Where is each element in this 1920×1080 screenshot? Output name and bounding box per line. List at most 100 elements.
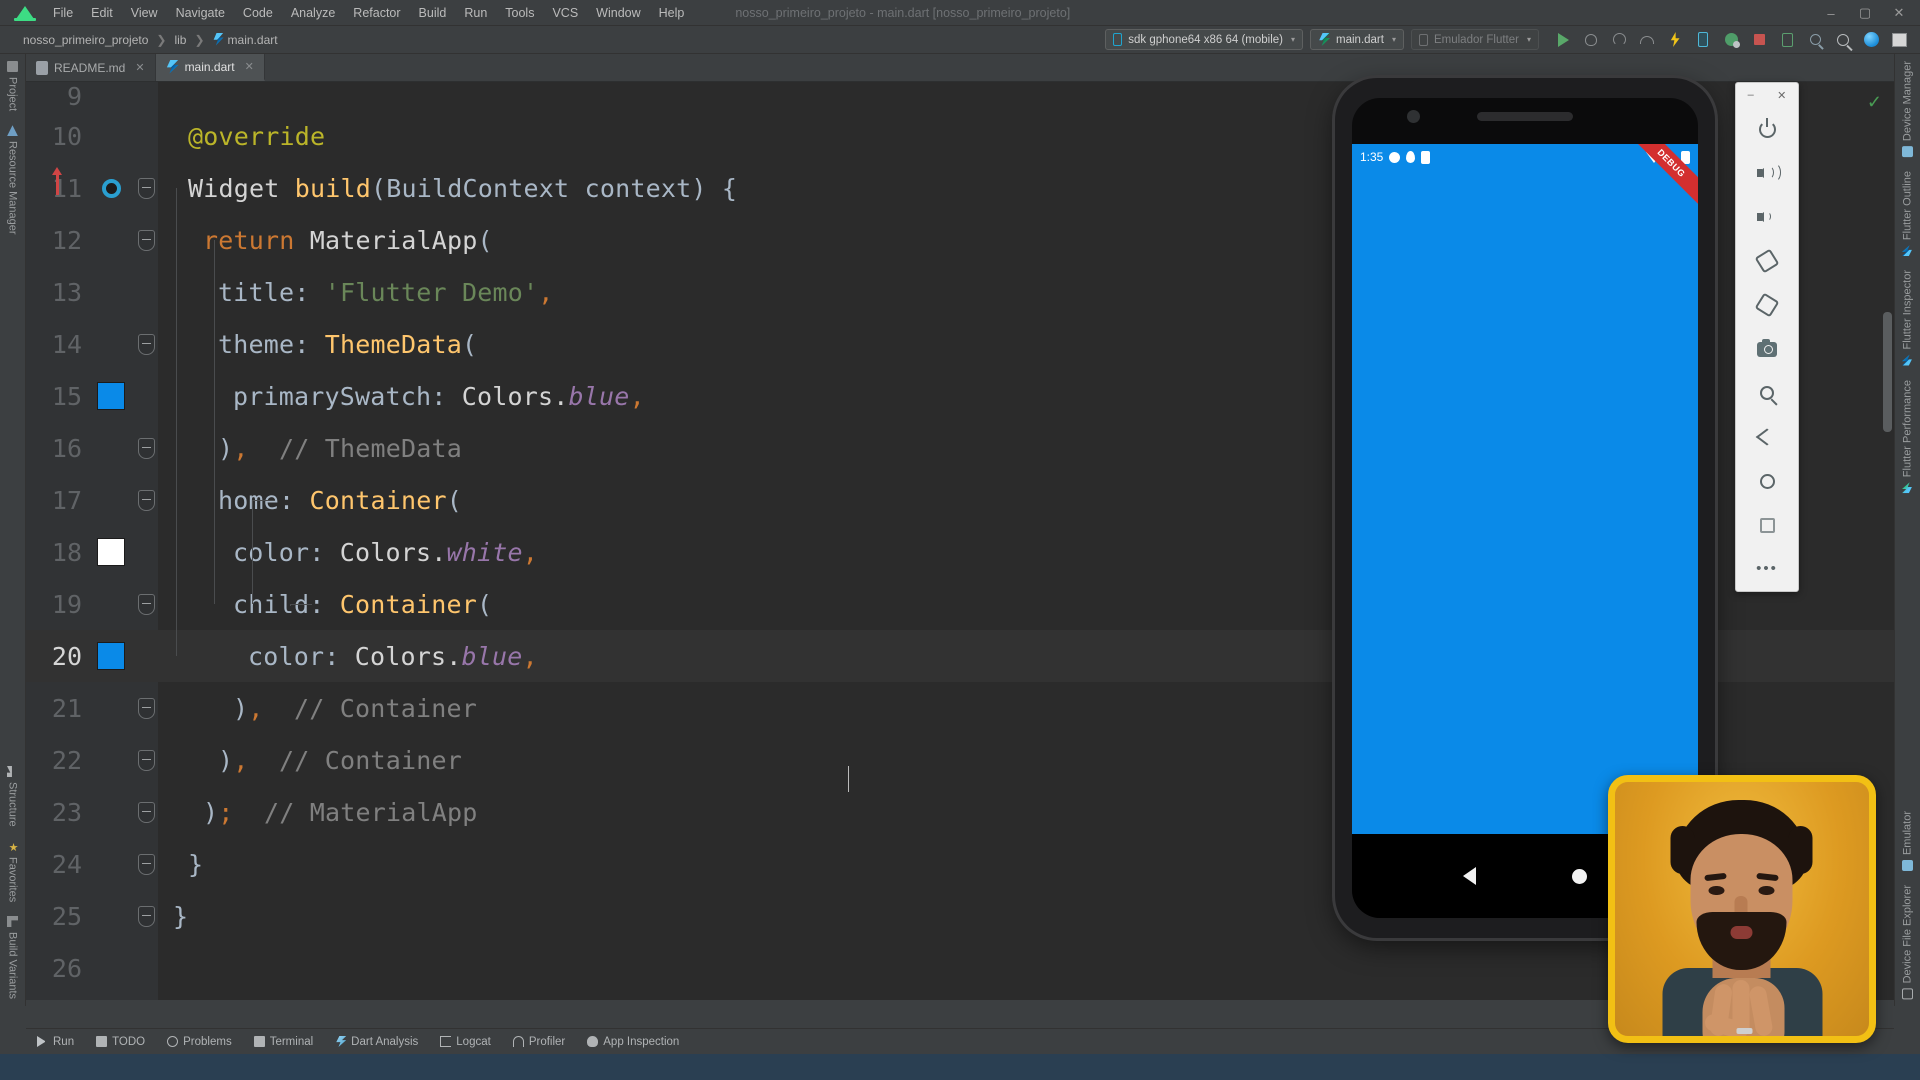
code-fold-icon[interactable] [138, 230, 155, 251]
coverage-button[interactable] [1634, 28, 1660, 52]
editor-scrollbar[interactable] [1883, 312, 1892, 432]
code-token: , [538, 278, 553, 307]
inspection-status-icon[interactable]: ✓ [1867, 92, 1882, 113]
device-search-button[interactable] [1802, 28, 1828, 52]
menu-item-run[interactable]: Run [455, 3, 496, 23]
layout-button[interactable] [1886, 28, 1912, 52]
open-device-button[interactable] [1690, 28, 1716, 52]
search-everywhere-button[interactable] [1830, 28, 1856, 52]
emulator-overview-button[interactable] [1736, 503, 1798, 547]
dart-icon [166, 60, 179, 74]
color-swatch[interactable] [97, 538, 125, 566]
breadcrumb-file[interactable]: main.dart [208, 31, 283, 49]
run-button[interactable] [1550, 28, 1576, 52]
maximize-button[interactable]: ▢ [1848, 0, 1882, 26]
menu-item-refactor[interactable]: Refactor [344, 3, 409, 23]
add-device-button[interactable] [1718, 28, 1744, 52]
emulator-close-button[interactable]: ✕ [1777, 89, 1786, 102]
emulator-rotate-right-button[interactable] [1736, 283, 1798, 327]
menu-item-help[interactable]: Help [650, 3, 694, 23]
tool-tab-device-file-explorer[interactable]: Device File Explorer [1895, 878, 1920, 1006]
tool-tab-favorites[interactable]: ★Favorites [0, 834, 25, 909]
emulator-configuration-selector[interactable]: Emulador Flutter ▾ [1411, 29, 1539, 50]
tool-tab-resource-manager[interactable]: Resource Manager [0, 118, 25, 242]
debug-button[interactable] [1578, 28, 1604, 52]
tool-window-run[interactable]: Run [26, 1033, 85, 1051]
code-fold-icon[interactable] [138, 750, 155, 771]
tool-window-problems[interactable]: Problems [156, 1033, 243, 1051]
emulator-extended-controls-button[interactable]: ••• [1736, 547, 1798, 591]
device-manager-icon [1782, 33, 1793, 47]
tool-window-terminal[interactable]: Terminal [243, 1033, 324, 1051]
code-fold-icon[interactable] [138, 802, 155, 823]
back-button-icon[interactable] [1463, 867, 1476, 885]
emulator-home-button[interactable] [1736, 459, 1798, 503]
color-swatch[interactable] [97, 642, 125, 670]
close-icon[interactable]: ✕ [135, 61, 144, 74]
breadcrumb-project[interactable]: nosso_primeiro_projeto [18, 31, 153, 49]
emulator-back-button[interactable] [1736, 415, 1798, 459]
code-fold-icon[interactable] [138, 854, 155, 875]
stop-button[interactable] [1746, 28, 1772, 52]
menu-item-file[interactable]: File [44, 3, 82, 23]
status-bar-clock: 1:35 [1360, 150, 1383, 164]
home-button-icon[interactable] [1572, 869, 1587, 884]
tool-tab-device-manager[interactable]: Device Manager [1895, 54, 1920, 164]
menu-item-build[interactable]: Build [410, 3, 456, 23]
code-fold-icon[interactable] [138, 490, 155, 511]
tool-tab-structure[interactable]: Structure [0, 759, 25, 834]
hot-reload-button[interactable] [1662, 28, 1688, 52]
minimize-button[interactable]: – [1814, 0, 1848, 26]
tool-tab-flutter-outline[interactable]: Flutter Outline [1895, 164, 1920, 263]
close-button[interactable]: ✕ [1882, 0, 1916, 26]
tool-tab-flutter-performance[interactable]: Flutter Performance [1895, 373, 1920, 500]
profile-button[interactable] [1606, 28, 1632, 52]
emulator-volume-down-button[interactable] [1736, 195, 1798, 239]
tool-window-dart-analysis[interactable]: Dart Analysis [324, 1033, 429, 1051]
chevron-down-icon: ▾ [1392, 35, 1396, 44]
tool-tab-flutter-inspector[interactable]: Flutter Inspector [1895, 263, 1920, 372]
editor-tab-readme-md[interactable]: README.md✕ [26, 54, 156, 81]
flutter-app-surface[interactable]: 1:35 DEBUG [1352, 144, 1698, 834]
line-number: 23 [26, 798, 88, 827]
emulator-rotate-left-button[interactable] [1736, 239, 1798, 283]
tool-window-app-inspection[interactable]: App Inspection [576, 1033, 690, 1051]
code-fold-icon[interactable] [138, 594, 155, 615]
code-fold-icon[interactable] [138, 178, 155, 199]
run-configuration-selector[interactable]: main.dart ▾ [1310, 29, 1404, 50]
web-button[interactable] [1858, 28, 1884, 52]
menu-item-view[interactable]: View [122, 3, 167, 23]
breakpoint-icon[interactable] [102, 179, 121, 198]
color-swatch[interactable] [97, 382, 125, 410]
code-fold-icon[interactable] [138, 334, 155, 355]
code-fold-icon[interactable] [138, 698, 155, 719]
emulator-screenshot-button[interactable] [1736, 327, 1798, 371]
emulator-volume-up-button[interactable] [1736, 151, 1798, 195]
close-icon[interactable]: ✕ [245, 60, 254, 73]
tool-tab-emulator[interactable]: Emulator [1895, 804, 1920, 878]
menu-item-vcs[interactable]: VCS [543, 3, 587, 23]
tool-tab-build-variants[interactable]: Build Variants [0, 909, 25, 1006]
device-selector[interactable]: sdk gphone64 x86 64 (mobile) ▾ [1105, 29, 1303, 50]
menu-item-edit[interactable]: Edit [82, 3, 122, 23]
breadcrumb-folder[interactable]: lib [169, 31, 191, 49]
tool-window-logcat[interactable]: Logcat [429, 1033, 502, 1051]
device-search-icon [1810, 34, 1821, 45]
editor-tab-main-dart[interactable]: main.dart✕ [156, 54, 265, 81]
emulator-power-button[interactable] [1736, 107, 1798, 151]
emulator-minimize-button[interactable]: – [1748, 89, 1754, 101]
tool-window-profiler[interactable]: Profiler [502, 1033, 576, 1051]
override-marker-icon[interactable] [56, 173, 59, 195]
menu-item-tools[interactable]: Tools [496, 3, 543, 23]
tool-tab-project[interactable]: Project [0, 54, 25, 118]
menu-item-window[interactable]: Window [587, 3, 649, 23]
emulator-zoom-button[interactable] [1736, 371, 1798, 415]
code-fold-icon[interactable] [138, 438, 155, 459]
menu-item-analyze[interactable]: Analyze [282, 3, 344, 23]
fold-cell [134, 594, 158, 615]
tool-window-todo[interactable]: TODO [85, 1033, 156, 1051]
device-manager-button[interactable] [1774, 28, 1800, 52]
code-fold-icon[interactable] [138, 906, 155, 927]
menu-item-code[interactable]: Code [234, 3, 282, 23]
menu-item-navigate[interactable]: Navigate [167, 3, 234, 23]
